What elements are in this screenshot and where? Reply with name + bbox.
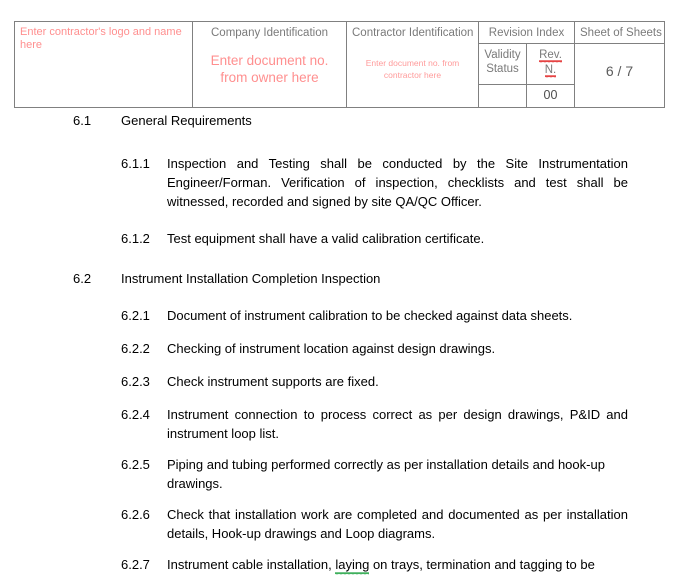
clause-number: 6.2.7 [121,557,150,572]
validity-status-line1: Validity [484,49,521,61]
clause-item: 6.1.2 Test equipment shall have a valid … [0,229,697,248]
clause-text: Checking of instrument location against … [167,341,496,356]
cell-validity-status-value[interactable] [478,84,527,108]
section-title: Instrument Installation Completion Inspe… [121,271,381,286]
cell-company-identification[interactable]: Company Identification Enter document no… [192,21,347,108]
clause-item: 6.2.3 Check instrument supports are fixe… [0,372,697,391]
revision-number-value: 00 [543,88,558,102]
cell-sheet-of-sheets-header: Sheet of Sheets [574,21,665,44]
clause-number: 6.1.2 [121,231,150,246]
sheet-number-value: 6 / 7 [605,63,634,79]
cell-contractor-logo[interactable]: Enter contractor's logo and name here [14,21,193,108]
clause-number: 6.2.6 [121,507,150,522]
cell-contractor-identification[interactable]: Contractor Identification Enter document… [346,21,479,108]
revision-index-label: Revision Index [488,27,565,39]
clause-item: 6.2.6 Check that installation work are c… [0,505,697,543]
clause-text: Test equipment shall have a valid calibr… [167,231,485,246]
clause-text: Inspection and Testing shall be conducte… [167,156,628,209]
clause-text-pre: Instrument cable installation, [167,557,336,572]
cell-rev-number-value[interactable]: 00 [526,84,575,108]
company-document-no-placeholder: Enter document no. from owner here [210,53,329,85]
clause-text: Check that installation work are complet… [167,507,628,541]
section-number: 6.1 [73,113,92,128]
clause-number: 6.2.4 [121,407,150,422]
document-header-table: Enter contractor's logo and name here Co… [14,21,665,108]
clause-item: 6.2.5 Piping and tubing performed correc… [0,455,697,493]
clause-number: 6.2.5 [121,457,150,472]
cell-rev-n-label: Rev. N. [526,43,575,85]
cell-revision-index-header: Revision Index [478,21,575,44]
document-page: Enter contractor's logo and name here Co… [0,0,697,575]
clause-number: 6.1.1 [121,156,150,171]
validity-status-line2: Status [486,63,519,75]
clause-text-post: on trays, termination and tagging to be [369,557,595,572]
sheet-of-sheets-label: Sheet of Sheets [580,27,662,39]
clause-item: 6.2.2 Checking of instrument location ag… [0,339,697,358]
cell-sheet-of-sheets-value[interactable]: 6 / 7 [574,43,665,108]
clause-text-grammar-flagged: laying [335,555,370,575]
clause-text: Check instrument supports are fixed. [167,374,379,389]
header-table: Enter contractor's logo and name here Co… [14,21,665,108]
clause-text: Piping and tubing performed correctly as… [167,457,605,491]
clause-text: Document of instrument calibration to be… [167,308,573,323]
clause-text: Instrument connection to process correct… [167,407,628,441]
section-heading: 6.1 General Requirements [0,112,697,130]
section-heading: 6.2 Instrument Installation Completion I… [0,270,697,288]
section-number: 6.2 [73,271,92,286]
clause-number: 6.2.2 [121,341,150,356]
validity-status-value [479,85,526,106]
header-table-row-top: Enter contractor's logo and name here Co… [14,21,665,108]
section-title: General Requirements [121,113,252,128]
contractor-identification-label: Contractor Identification [352,27,474,39]
rev-label-line2: N. [544,63,557,78]
clause-item: 6.2.7 Instrument cable installation, lay… [0,555,697,575]
clause-number: 6.2.1 [121,308,150,323]
clause-item: 6.2.4 Instrument connection to process c… [0,405,697,443]
contractor-logo-placeholder: Enter contractor's logo and name here [20,26,182,51]
clause-text: Instrument cable installation, laying on… [167,555,628,575]
clause-item: 6.2.1 Document of instrument calibration… [0,306,697,325]
cell-validity-status-label: Validity Status [478,43,527,85]
clause-number: 6.2.3 [121,374,150,389]
rev-label-line1: Rev. [539,48,562,63]
clause-item: 6.1.1 Inspection and Testing shall be co… [0,154,697,211]
company-identification-label: Company Identification [211,27,328,39]
contractor-document-no-placeholder: Enter document no. from contractor here [365,58,460,80]
document-body: 6.1 General Requirements 6.1.1 Inspectio… [0,112,697,575]
